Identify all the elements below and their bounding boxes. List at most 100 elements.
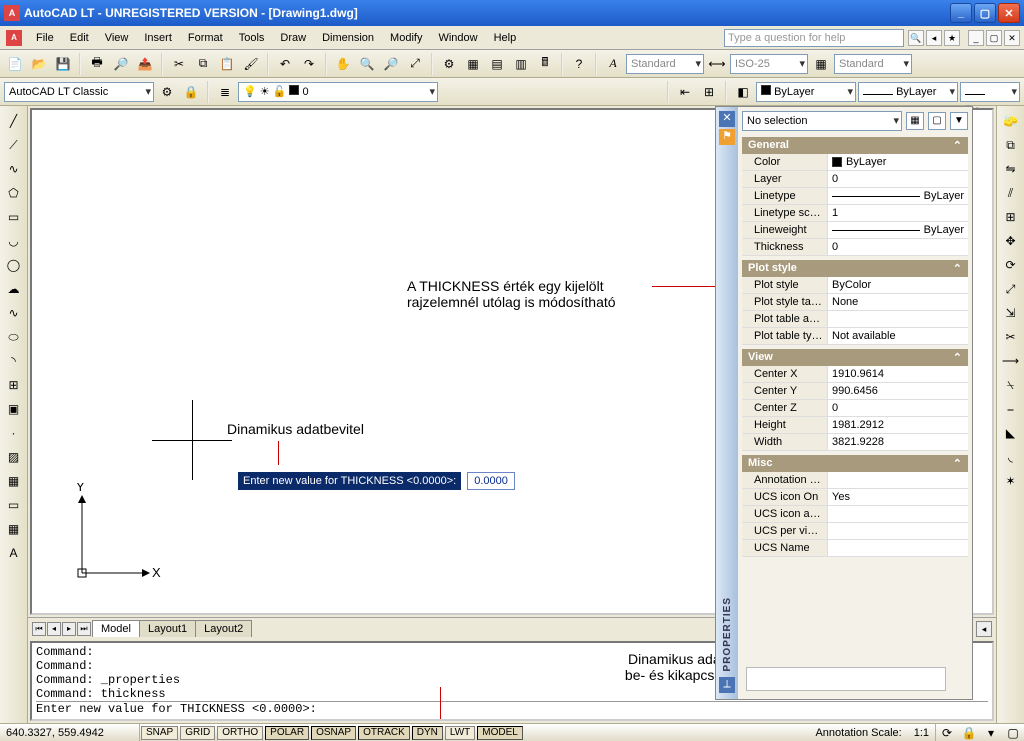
dim-style-combo[interactable]: ISO-25 bbox=[730, 54, 808, 74]
tablestyle-icon[interactable]: ▦ bbox=[810, 53, 832, 75]
polar-toggle[interactable]: POLAR bbox=[265, 726, 309, 740]
erase-icon[interactable]: 🧽 bbox=[1000, 110, 1022, 132]
thickness-field[interactable]: 0 bbox=[828, 239, 968, 255]
grid-toggle[interactable]: GRID bbox=[180, 726, 215, 740]
open-icon[interactable]: 📂 bbox=[28, 53, 50, 75]
table-icon[interactable]: ▦ bbox=[3, 518, 25, 540]
tool-palette-icon[interactable]: ▤ bbox=[486, 53, 508, 75]
help-search[interactable]: Type a question for help bbox=[724, 29, 904, 47]
layer-combo[interactable]: 💡 ☀ 🔓 0 bbox=[238, 82, 438, 102]
design-center-icon[interactable]: ▦ bbox=[462, 53, 484, 75]
nav-back-icon[interactable]: ◂ bbox=[926, 30, 942, 46]
collapse-icon[interactable]: ⌃ bbox=[953, 351, 962, 364]
rotate-icon[interactable]: ⟳ bbox=[1000, 254, 1022, 276]
scale-icon[interactable]: ⤢ bbox=[1000, 278, 1022, 300]
save-icon[interactable]: 💾 bbox=[52, 53, 74, 75]
menu-dimension[interactable]: Dimension bbox=[314, 29, 382, 47]
table-style-combo[interactable]: Standard bbox=[834, 54, 912, 74]
lwt-toggle[interactable]: LWT bbox=[445, 726, 475, 740]
tab-prev-icon[interactable]: ◂ bbox=[47, 622, 61, 636]
collapse-icon[interactable]: ⌃ bbox=[953, 139, 962, 152]
zoom-in-icon[interactable]: 🔍 bbox=[356, 53, 378, 75]
explode-icon[interactable]: ✶ bbox=[1000, 470, 1022, 492]
rectangle-icon[interactable]: ▭ bbox=[3, 206, 25, 228]
ortho-toggle[interactable]: ORTHO bbox=[217, 726, 263, 740]
point-icon[interactable]: · bbox=[3, 422, 25, 444]
maximize-button[interactable]: ▢ bbox=[974, 3, 996, 23]
text-style-combo[interactable]: Standard bbox=[626, 54, 704, 74]
statusbar-menu-icon[interactable]: ▾ bbox=[980, 722, 1002, 741]
anno-vis-icon[interactable]: ⟳ bbox=[936, 722, 958, 741]
color-swatch-icon[interactable]: ◧ bbox=[732, 81, 754, 103]
pan-icon[interactable]: ✋ bbox=[332, 53, 354, 75]
linetype-combo[interactable]: ByLayer bbox=[858, 82, 958, 102]
undo-icon[interactable]: ↶ bbox=[274, 53, 296, 75]
textstyle-icon[interactable]: A bbox=[602, 53, 624, 75]
coordinate-readout[interactable]: 640.3327, 559.4942 bbox=[0, 724, 140, 741]
collapse-icon[interactable]: ⌃ bbox=[953, 262, 962, 275]
ellipsearc-icon[interactable]: ◝ bbox=[3, 350, 25, 372]
match-icon[interactable]: 🖌 bbox=[240, 53, 262, 75]
snap-toggle[interactable]: SNAP bbox=[141, 726, 178, 740]
properties-palette[interactable]: ✕ ⚑ PROPERTIES ⟂ No selection ▦ ▢ ▼ Gene… bbox=[715, 106, 973, 700]
offset-icon[interactable]: ⫽ bbox=[1000, 182, 1022, 204]
print-icon[interactable]: 🖶 bbox=[86, 53, 108, 75]
props-icon[interactable]: ⚙ bbox=[438, 53, 460, 75]
anno-auto-icon[interactable]: 🔒 bbox=[958, 722, 980, 741]
revcloud-icon[interactable]: ☁ bbox=[3, 278, 25, 300]
osnap-toggle[interactable]: OSNAP bbox=[311, 726, 356, 740]
clean-screen-icon[interactable]: ▢ bbox=[1002, 722, 1024, 741]
menu-file[interactable]: File bbox=[28, 29, 62, 47]
close-button[interactable]: ✕ bbox=[998, 3, 1020, 23]
cut-icon[interactable]: ✂ bbox=[168, 53, 190, 75]
circle-icon[interactable]: ◯ bbox=[3, 254, 25, 276]
calc-icon[interactable]: 🖩 bbox=[534, 53, 556, 75]
block-icon[interactable]: ▣ bbox=[3, 398, 25, 420]
ellipse-icon[interactable]: ⬭ bbox=[3, 326, 25, 348]
spline-icon[interactable]: ∿ bbox=[3, 302, 25, 324]
otrack-toggle[interactable]: OTRACK bbox=[358, 726, 410, 740]
star-icon[interactable]: ★ bbox=[944, 30, 960, 46]
line-icon[interactable]: ╱ bbox=[3, 110, 25, 132]
mirror-icon[interactable]: ⇋ bbox=[1000, 158, 1022, 180]
join-icon[interactable]: ⎯ bbox=[1000, 398, 1022, 420]
gradient-icon[interactable]: ▦ bbox=[3, 470, 25, 492]
dynamic-input[interactable]: Enter new value for THICKNESS <0.0000>: … bbox=[238, 472, 515, 490]
xline-icon[interactable]: ⟋ bbox=[3, 134, 25, 156]
minimize-button[interactable]: _ bbox=[950, 3, 972, 23]
new-icon[interactable]: 📄 bbox=[4, 53, 26, 75]
mdi-min-button[interactable]: _ bbox=[968, 30, 984, 46]
mdi-close-button[interactable]: ✕ bbox=[1004, 30, 1020, 46]
menu-edit[interactable]: Edit bbox=[62, 29, 97, 47]
menu-insert[interactable]: Insert bbox=[136, 29, 180, 47]
dynamic-prompt-value[interactable]: 0.0000 bbox=[467, 472, 515, 490]
palette-close-icon[interactable]: ✕ bbox=[719, 111, 735, 127]
tab-first-icon[interactable]: ⏮ bbox=[32, 622, 46, 636]
collapse-icon[interactable]: ⌃ bbox=[953, 457, 962, 470]
tab-model[interactable]: Model bbox=[92, 620, 140, 637]
selection-combo[interactable]: No selection bbox=[742, 111, 902, 131]
zoom-ext-icon[interactable]: ⤢ bbox=[404, 53, 426, 75]
copy-obj-icon[interactable]: ⧉ bbox=[1000, 134, 1022, 156]
menu-window[interactable]: Window bbox=[430, 29, 485, 47]
palette-options-icon[interactable]: ⚑ bbox=[719, 129, 735, 145]
copy-icon[interactable]: ⧉ bbox=[192, 53, 214, 75]
insert-icon[interactable]: ⊞ bbox=[3, 374, 25, 396]
redo-icon[interactable]: ↷ bbox=[298, 53, 320, 75]
layers-icon[interactable]: ≣ bbox=[214, 81, 236, 103]
tab-next-icon[interactable]: ▸ bbox=[62, 622, 76, 636]
paste-icon[interactable]: 📋 bbox=[216, 53, 238, 75]
region-icon[interactable]: ▭ bbox=[3, 494, 25, 516]
chamfer-icon[interactable]: ◣ bbox=[1000, 422, 1022, 444]
move-icon[interactable]: ✥ bbox=[1000, 230, 1022, 252]
tab-last-icon[interactable]: ⏭ bbox=[77, 622, 91, 636]
mdi-max-button[interactable]: ▢ bbox=[986, 30, 1002, 46]
hatch-icon[interactable]: ▨ bbox=[3, 446, 25, 468]
hscroll-left-icon[interactable]: ◂ bbox=[976, 621, 992, 637]
trim-icon[interactable]: ✂ bbox=[1000, 326, 1022, 348]
quickselect-icon[interactable]: ▦ bbox=[906, 112, 924, 130]
tab-layout2[interactable]: Layout2 bbox=[195, 620, 252, 637]
sheet-set-icon[interactable]: ▥ bbox=[510, 53, 532, 75]
polygon-icon[interactable]: ⬠ bbox=[3, 182, 25, 204]
annoscale-value[interactable]: 1:1 bbox=[908, 724, 936, 741]
